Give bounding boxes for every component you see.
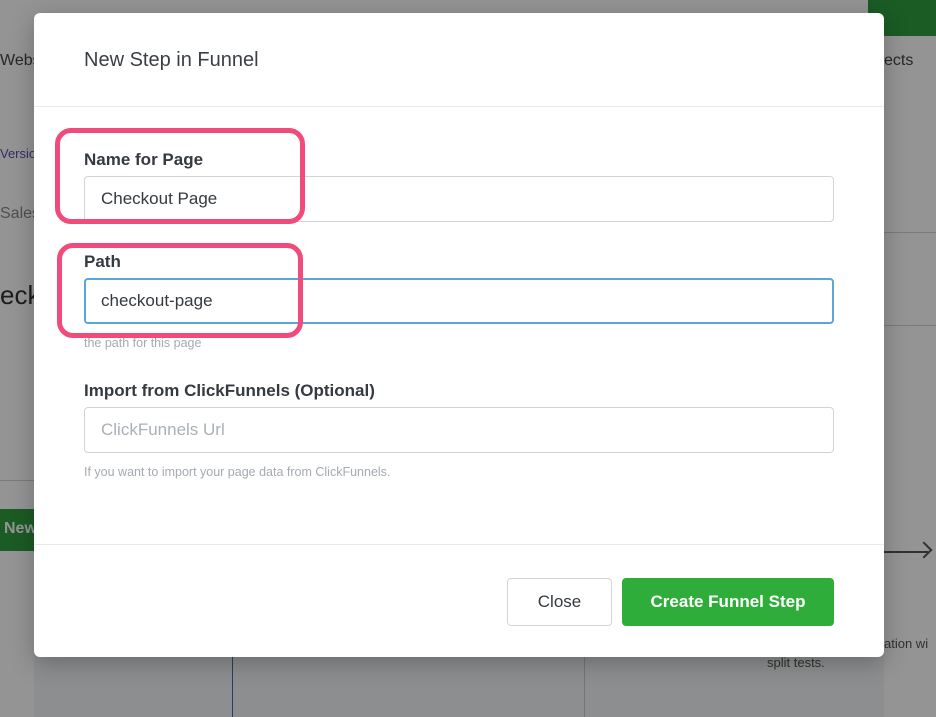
path-help-text: the path for this page — [84, 336, 202, 350]
name-for-page-label: Name for Page — [84, 150, 204, 169]
path-input[interactable] — [84, 278, 834, 324]
name-for-page-input[interactable] — [84, 176, 834, 222]
modal-header: New Step in Funnel — [34, 13, 884, 107]
create-funnel-step-button[interactable]: Create Funnel Step — [622, 578, 834, 626]
close-button[interactable]: Close — [507, 578, 612, 626]
import-help-text: If you want to import your page data fro… — [84, 465, 391, 479]
path-label: Path — [84, 252, 121, 271]
modal-title: New Step in Funnel — [84, 49, 259, 71]
modal-footer-divider — [34, 544, 884, 545]
clickfunnels-url-input[interactable] — [84, 407, 834, 453]
import-label: Import from ClickFunnels (Optional) — [84, 381, 375, 400]
new-step-modal: New Step in Funnel Name for Page Path th… — [34, 13, 884, 657]
